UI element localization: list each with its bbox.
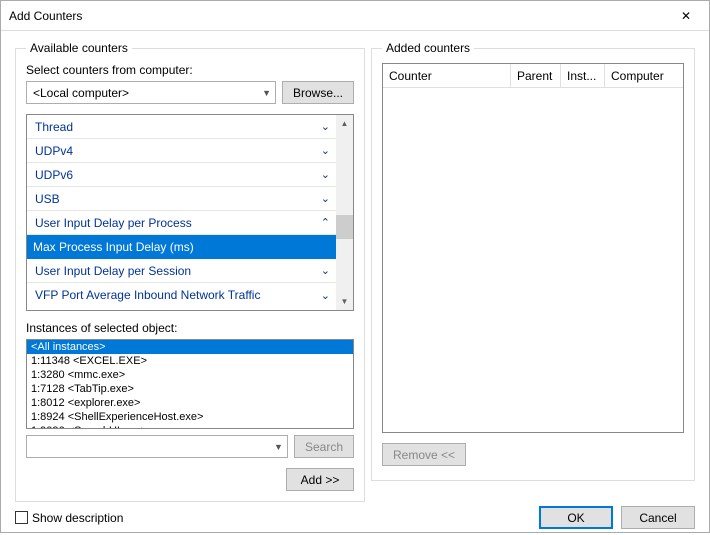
ok-button[interactable]: OK <box>539 506 613 529</box>
instances-label: Instances of selected object: <box>26 321 354 335</box>
chevron-down-icon: ⌄ <box>321 120 330 133</box>
chevron-down-icon: ⌄ <box>321 168 330 181</box>
counter-item-usb[interactable]: USB ⌄ <box>27 187 336 211</box>
added-counters-header: Counter Parent Inst... Computer <box>383 64 683 88</box>
counter-label: User Input Delay per Session <box>35 264 191 278</box>
counter-item-udpv6[interactable]: UDPv6 ⌄ <box>27 163 336 187</box>
counter-label: User Input Delay per Process <box>35 216 192 230</box>
dialog-footer: Show description OK Cancel <box>1 506 709 535</box>
close-icon: ✕ <box>681 9 691 23</box>
cancel-button[interactable]: Cancel <box>621 506 695 529</box>
show-description-checkbox[interactable] <box>15 511 28 524</box>
chevron-down-icon: ⌄ <box>321 192 330 205</box>
instance-searchui[interactable]: 1:9096 <SearchUI.exe> <box>27 424 353 429</box>
chevron-up-icon: ⌃ <box>321 216 330 229</box>
counters-listbox[interactable]: Thread ⌄ UDPv4 ⌄ UDPv6 ⌄ USB ⌄ <box>26 114 354 311</box>
added-counters-legend: Added counters <box>382 41 474 55</box>
column-counter[interactable]: Counter <box>383 64 511 87</box>
select-computer-label: Select counters from computer: <box>26 63 354 77</box>
scroll-up-icon[interactable]: ▲ <box>336 115 353 132</box>
added-counters-group: Added counters Counter Parent Inst... Co… <box>371 41 695 481</box>
column-computer[interactable]: Computer <box>605 64 683 87</box>
browse-button[interactable]: Browse... <box>282 81 354 104</box>
remove-button[interactable]: Remove << <box>382 443 466 466</box>
added-counters-table[interactable]: Counter Parent Inst... Computer <box>382 63 684 433</box>
chevron-down-icon: ⌄ <box>321 289 330 302</box>
chevron-down-icon: ▼ <box>274 442 283 452</box>
instance-excel[interactable]: 1:11348 <EXCEL.EXE> <box>27 354 353 368</box>
add-button[interactable]: Add >> <box>286 468 354 491</box>
instance-tabtip[interactable]: 1:7128 <TabTip.exe> <box>27 382 353 396</box>
scrollbar[interactable]: ▲ ▼ <box>336 115 353 310</box>
computer-combobox[interactable]: <Local computer> ▼ <box>26 81 276 104</box>
show-description-label: Show description <box>32 511 123 525</box>
chevron-down-icon: ▼ <box>262 88 271 98</box>
instance-all[interactable]: <All instances> <box>27 340 353 354</box>
counter-label: Thread <box>35 120 73 134</box>
counter-label: Max Process Input Delay (ms) <box>33 240 194 254</box>
titlebar: Add Counters ✕ <box>1 1 709 31</box>
counter-item-vfp-port[interactable]: VFP Port Average Inbound Network Traffic… <box>27 283 336 307</box>
counter-item-user-input-delay-process[interactable]: User Input Delay per Process ⌃ <box>27 211 336 235</box>
chevron-down-icon: ⌄ <box>321 264 330 277</box>
scroll-down-icon[interactable]: ▼ <box>336 293 353 310</box>
counter-item-max-process-input-delay[interactable]: Max Process Input Delay (ms) <box>27 235 336 259</box>
counters-list-body: Thread ⌄ UDPv4 ⌄ UDPv6 ⌄ USB ⌄ <box>27 115 336 310</box>
counter-label: UDPv6 <box>35 168 73 182</box>
instance-mmc[interactable]: 1:3280 <mmc.exe> <box>27 368 353 382</box>
instances-listbox[interactable]: <All instances> 1:11348 <EXCEL.EXE> 1:32… <box>26 339 354 429</box>
counter-label: USB <box>35 192 60 206</box>
available-counters-group: Available counters Select counters from … <box>15 41 365 502</box>
dialog-title: Add Counters <box>9 9 663 23</box>
counter-label: VFP Port Average Inbound Network Traffic <box>35 288 260 302</box>
search-button[interactable]: Search <box>294 435 354 458</box>
column-parent[interactable]: Parent <box>511 64 561 87</box>
instance-shellexphost[interactable]: 1:8924 <ShellExperienceHost.exe> <box>27 410 353 424</box>
counter-item-thread[interactable]: Thread ⌄ <box>27 115 336 139</box>
column-inst[interactable]: Inst... <box>561 64 605 87</box>
instance-search-combobox[interactable]: ▼ <box>26 435 288 458</box>
counter-label: UDPv4 <box>35 144 73 158</box>
computer-combobox-value: <Local computer> <box>33 86 129 100</box>
instance-explorer[interactable]: 1:8012 <explorer.exe> <box>27 396 353 410</box>
chevron-down-icon: ⌄ <box>321 144 330 157</box>
counter-item-user-input-delay-session[interactable]: User Input Delay per Session ⌄ <box>27 259 336 283</box>
scroll-thumb[interactable] <box>336 215 353 239</box>
counter-item-udpv4[interactable]: UDPv4 ⌄ <box>27 139 336 163</box>
close-button[interactable]: ✕ <box>663 1 709 31</box>
available-counters-legend: Available counters <box>26 41 132 55</box>
